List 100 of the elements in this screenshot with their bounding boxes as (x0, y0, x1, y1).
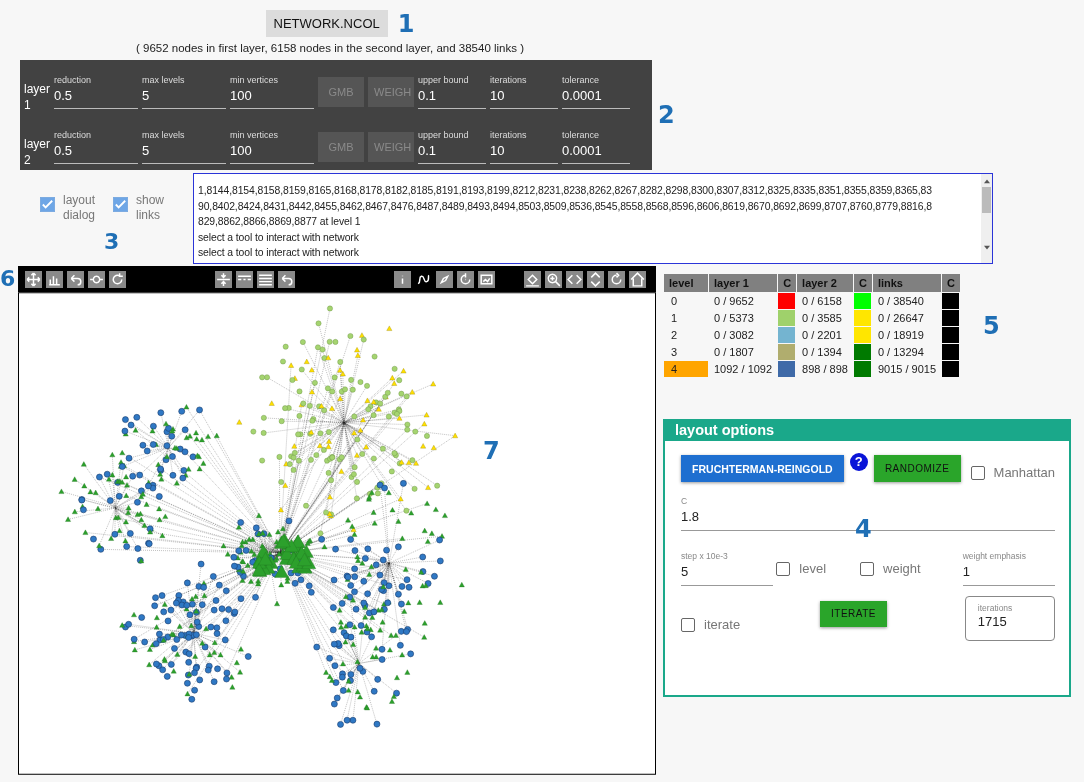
layer-label: layer 2 (24, 136, 50, 168)
level-cell[interactable]: 0 (664, 293, 708, 309)
bar-chart-icon[interactable] (46, 270, 63, 288)
checkbox[interactable] (40, 197, 55, 212)
checkbox[interactable] (776, 561, 791, 576)
column-header: layer 2 (797, 274, 853, 292)
color-swatch[interactable] (853, 327, 871, 343)
callout-number: 7 (483, 439, 500, 463)
scrollbar[interactable] (981, 174, 992, 263)
undo-icon[interactable] (67, 270, 84, 288)
checkbox[interactable] (113, 197, 128, 212)
iterate-button[interactable]: ITERATE (820, 600, 887, 627)
color-swatch[interactable] (778, 361, 796, 377)
checkbox-label: weight (883, 561, 921, 576)
level-cell[interactable]: 3 (664, 344, 708, 360)
move-icon[interactable] (25, 270, 42, 288)
color-swatch[interactable] (853, 344, 871, 360)
column-header: level (664, 274, 708, 292)
input-field[interactable]: max levels 5 (142, 75, 226, 109)
column-header: C (853, 274, 872, 292)
level-cell[interactable]: 4 (664, 361, 708, 377)
input-field[interactable]: upper bound 0.1 (418, 130, 486, 164)
color-swatch[interactable] (942, 310, 960, 326)
color-swatch[interactable] (778, 293, 796, 309)
table-cell-text: 0 / 9652 (713, 294, 755, 309)
color-swatch[interactable] (853, 361, 871, 377)
zoom-icon[interactable] (545, 270, 562, 288)
input-field[interactable]: tolerance 0.0001 (562, 130, 630, 164)
rotate-icon[interactable] (608, 270, 625, 288)
input-field[interactable]: reduction 0.5 (54, 75, 138, 109)
input-field[interactable]: reduction 0.5 (54, 130, 138, 164)
help-icon[interactable]: ? (849, 453, 868, 471)
level-cell[interactable]: 1 (664, 310, 708, 326)
panel-title: layout options (665, 421, 1069, 441)
input-field[interactable]: step x 10e-3 5 (681, 551, 774, 586)
input-field[interactable]: min vertices 100 (230, 130, 314, 164)
table-cell-text: 898 / 898 (801, 362, 849, 377)
color-swatch[interactable] (778, 310, 796, 326)
table-cell-text: 0 / 13294 (876, 345, 925, 360)
table-cell-text: 9015 / 9015 (876, 362, 938, 377)
column-header: links (872, 274, 942, 292)
table-cell-text: 0 / 3585 (801, 311, 843, 326)
color-swatch[interactable] (778, 344, 796, 360)
input-field[interactable]: iterations 10 (490, 75, 558, 109)
input-field[interactable]: min vertices 100 (230, 75, 314, 109)
callout-number: 1 (397, 11, 415, 36)
column-header: layer 1 (709, 274, 778, 292)
input-field[interactable]: tolerance 0.0001 (562, 75, 630, 109)
file-button[interactable]: NETWORK.NCOL (265, 10, 388, 37)
column-header: C (942, 274, 960, 292)
callout-number: 6 (0, 268, 17, 290)
color-swatch[interactable] (942, 327, 960, 343)
input-field[interactable]: weight emphasis 1 (962, 551, 1055, 586)
dashes-icon[interactable] (236, 270, 253, 288)
reset-icon[interactable] (457, 270, 474, 288)
log-textarea[interactable]: 1,8144,8154,8158,8159,8165,8168,8178,8182,8185,8191,8193,8199,8212,8231,8238,8262,8267,8282,8298,8300,8307,8312,8325,8335,8351,8355,8359,8365,83 90,8402,8424,8431,8442,8455,8462,8467,8476,8487,8489,8493,8494,8503,8509,8536,8545,8558,8568,8596,8606,8619,8670,8692,8699,8707,8760,8779,8816,8 829,8862,8866,8869,8877 at level 1 select a tool to interact with network select a tool to interact with network (193, 173, 993, 264)
color-swatch[interactable] (942, 361, 960, 377)
home-icon[interactable] (629, 270, 646, 288)
color-swatch[interactable] (942, 344, 960, 360)
color-swatch[interactable] (942, 293, 960, 309)
refresh-icon[interactable] (109, 270, 126, 288)
code-icon[interactable] (566, 270, 583, 288)
vertical-arrows-icon[interactable] (587, 270, 604, 288)
table-cell-text: 0 / 3082 (713, 328, 755, 343)
scrollbar-thumb[interactable] (982, 186, 991, 213)
table-cell-text: 0 / 1807 (713, 345, 755, 360)
color-swatch[interactable] (778, 327, 796, 343)
scroll-down-icon[interactable] (982, 245, 991, 251)
color-swatch[interactable] (853, 293, 871, 309)
checkbox[interactable] (860, 561, 875, 576)
table-cell-text: 0 / 18919 (876, 328, 925, 343)
lines-icon[interactable] (257, 270, 274, 288)
input-field[interactable]: max levels 5 (142, 130, 226, 164)
table-cell-text: 0 / 1394 (801, 345, 843, 360)
algorithm-button[interactable]: FRUCHTERMAN-REINGOLD (681, 455, 844, 482)
target-icon[interactable] (88, 270, 105, 288)
compress-icon[interactable] (215, 270, 232, 288)
undo-icon[interactable] (278, 270, 295, 288)
callout-number: 5 (983, 313, 1000, 338)
iterations-field[interactable]: iterations 1715 (964, 596, 1055, 641)
table-cell-text: 0 / 2201 (801, 328, 843, 343)
table-cell-text: 0 / 5373 (713, 311, 755, 326)
scroll-up-icon[interactable] (982, 178, 991, 184)
table-cell-text: 0 / 6158 (801, 294, 843, 309)
input-field[interactable]: upper bound 0.1 (418, 75, 486, 109)
input-field[interactable]: iterations 10 (490, 130, 558, 164)
info-icon[interactable] (394, 270, 411, 288)
callout-number: 2 (658, 103, 675, 127)
checkbox-label: iterate (704, 617, 741, 632)
randomize-button[interactable]: RANDOMIZE (873, 455, 961, 482)
color-swatch[interactable] (853, 310, 871, 326)
table-cell-text: 0 / 26647 (876, 311, 925, 326)
checkbox-label: layout dialog (63, 193, 97, 223)
level-cell[interactable]: 2 (664, 327, 708, 343)
checkbox[interactable] (681, 617, 695, 632)
compass-icon[interactable] (436, 270, 453, 288)
picture-icon[interactable] (478, 270, 495, 288)
network-summary: ( 9652 nodes in first layer, 6158 nodes in the second layer, and 38540 links ) (135, 42, 525, 54)
checkbox[interactable] (970, 465, 985, 480)
fill-icon[interactable] (524, 270, 541, 288)
